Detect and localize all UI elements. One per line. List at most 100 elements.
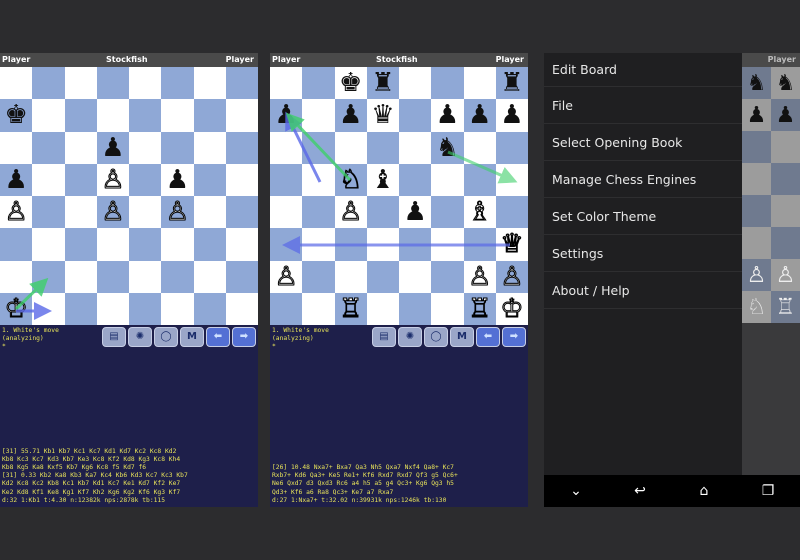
board-square[interactable]: [431, 163, 464, 196]
home-icon[interactable]: ⌂: [689, 483, 719, 499]
menu-item-select-opening-book[interactable]: Select Opening Book: [544, 124, 742, 161]
board-square[interactable]: [0, 260, 33, 293]
board-square[interactable]: [129, 292, 162, 325]
white-pawn-icon[interactable]: ♙: [165, 199, 189, 226]
white-pawn-icon[interactable]: ♙: [500, 263, 524, 290]
board-square[interactable]: ♟: [495, 99, 528, 132]
board-square[interactable]: [32, 196, 65, 229]
black-pawn-icon[interactable]: ♟: [339, 102, 362, 128]
board-square[interactable]: [64, 292, 97, 325]
board-square[interactable]: ♟: [334, 99, 367, 132]
board-square[interactable]: [463, 163, 496, 196]
mode-button[interactable]: M: [450, 327, 474, 347]
board-square[interactable]: [129, 99, 162, 132]
white-pawn-icon[interactable]: ♙: [101, 199, 125, 226]
board-square[interactable]: [495, 131, 528, 164]
flash-icon[interactable]: ✺: [128, 327, 152, 347]
board-square[interactable]: [32, 67, 65, 100]
board-square[interactable]: [399, 67, 432, 100]
board-square[interactable]: ♙: [96, 196, 129, 229]
board-square[interactable]: [399, 163, 432, 196]
black-bishop-icon[interactable]: ♝: [371, 167, 394, 193]
black-pawn-icon[interactable]: ♟: [4, 167, 27, 193]
board-square[interactable]: ♙: [0, 196, 33, 229]
black-pawn-icon[interactable]: ♟: [166, 167, 189, 193]
black-rook-icon[interactable]: ♜: [371, 70, 394, 96]
board-square[interactable]: [193, 228, 226, 261]
board-square[interactable]: ♔: [495, 292, 528, 325]
white-pawn-icon[interactable]: ♙: [467, 263, 491, 290]
board-square[interactable]: [302, 99, 335, 132]
black-pawn-icon[interactable]: ♟: [403, 199, 426, 225]
menu-item-manage-chess-engines[interactable]: Manage Chess Engines: [544, 161, 742, 198]
board-square[interactable]: [161, 228, 194, 261]
black-pawn-icon[interactable]: ♟: [500, 102, 523, 128]
board-square[interactable]: [225, 131, 258, 164]
menu-item-settings[interactable]: Settings: [544, 235, 742, 272]
board-square[interactable]: [399, 260, 432, 293]
board-square[interactable]: [32, 163, 65, 196]
board-square[interactable]: [193, 99, 226, 132]
black-pawn-icon[interactable]: ♟: [468, 102, 491, 128]
board-square[interactable]: [64, 131, 97, 164]
board-square[interactable]: ♟: [270, 99, 303, 132]
board-square[interactable]: [129, 228, 162, 261]
board-square[interactable]: ♙: [161, 196, 194, 229]
board-square[interactable]: [225, 260, 258, 293]
board-square[interactable]: ♞: [431, 131, 464, 164]
black-pawn-icon[interactable]: ♟: [101, 135, 124, 161]
board-square[interactable]: [64, 260, 97, 293]
board-square[interactable]: [270, 163, 303, 196]
board-square[interactable]: ♚: [334, 67, 367, 100]
board-square[interactable]: ♚: [0, 99, 33, 132]
board-square[interactable]: [161, 292, 194, 325]
board-square[interactable]: ♟: [399, 196, 432, 229]
board-square[interactable]: ♜: [495, 67, 528, 100]
board-square[interactable]: [0, 228, 33, 261]
white-pawn-icon[interactable]: ♙: [4, 199, 28, 226]
board-square[interactable]: [32, 99, 65, 132]
menu-item-set-color-theme[interactable]: Set Color Theme: [544, 198, 742, 235]
board-square[interactable]: [96, 292, 129, 325]
board-square[interactable]: [161, 99, 194, 132]
board-square[interactable]: [0, 67, 33, 100]
book-icon[interactable]: ▤: [372, 327, 396, 347]
board-square[interactable]: ♙: [463, 260, 496, 293]
white-bishop-icon[interactable]: ♗: [467, 199, 491, 226]
board-square[interactable]: ♙: [270, 260, 303, 293]
board-square[interactable]: [193, 196, 226, 229]
board-square[interactable]: [366, 131, 399, 164]
board-square[interactable]: [270, 67, 303, 100]
board-square[interactable]: [32, 292, 65, 325]
board-square[interactable]: [399, 99, 432, 132]
board-square[interactable]: ♘: [334, 163, 367, 196]
board-square[interactable]: [64, 99, 97, 132]
board-square[interactable]: ♗: [463, 196, 496, 229]
circle-icon[interactable]: ◯: [424, 327, 448, 347]
board-square[interactable]: [161, 67, 194, 100]
black-knight-icon[interactable]: ♞: [436, 135, 459, 161]
board-square[interactable]: [302, 131, 335, 164]
board-square[interactable]: ♖: [463, 292, 496, 325]
board-square[interactable]: [334, 131, 367, 164]
board-square[interactable]: [270, 196, 303, 229]
board-square[interactable]: ♟: [96, 131, 129, 164]
board-square[interactable]: ♙: [96, 163, 129, 196]
board-square[interactable]: ♟: [161, 163, 194, 196]
black-king-icon[interactable]: ♚: [339, 70, 362, 96]
board-square[interactable]: ♛: [366, 99, 399, 132]
board-square[interactable]: [32, 131, 65, 164]
menu-item-edit-board[interactable]: Edit Board: [544, 53, 742, 87]
board-square[interactable]: [225, 228, 258, 261]
board-square[interactable]: [193, 67, 226, 100]
board-square[interactable]: [32, 228, 65, 261]
board-square[interactable]: [96, 260, 129, 293]
board-square[interactable]: [64, 163, 97, 196]
board-square[interactable]: ♝: [366, 163, 399, 196]
left-arrow-icon[interactable]: ⬅: [206, 327, 230, 347]
board-square[interactable]: [270, 228, 303, 261]
white-king-icon[interactable]: ♔: [500, 295, 524, 322]
book-icon[interactable]: ▤: [102, 327, 126, 347]
black-pawn-icon[interactable]: ♟: [436, 102, 459, 128]
circle-icon[interactable]: ◯: [154, 327, 178, 347]
